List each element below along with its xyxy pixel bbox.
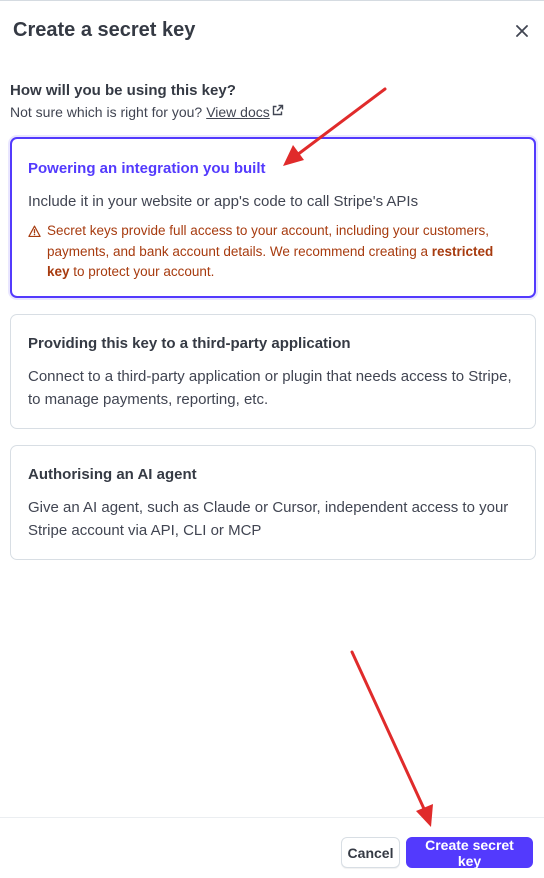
help-text-row: Not sure which is right for you? View do… [10, 104, 284, 120]
option-description: Connect to a third-party application or … [28, 368, 512, 408]
view-docs-link[interactable]: View docs [206, 104, 284, 120]
create-secret-key-dialog: Create a secret key How will you be usin… [0, 0, 544, 878]
footer-divider [0, 817, 544, 818]
option-description: Give an AI agent, such as Claude or Curs… [28, 499, 509, 539]
usage-question: How will you be using this key? [10, 82, 236, 99]
warning-icon [28, 225, 41, 238]
option-title: Powering an integration you built [28, 160, 266, 177]
dialog-header: Create a secret key [0, 1, 544, 63]
option-third-party[interactable]: Providing this key to a third-party appl… [10, 314, 536, 429]
dialog-title: Create a secret key [13, 19, 196, 41]
warning-text-end: to protect your account. [69, 264, 215, 279]
option-title: Providing this key to a third-party appl… [28, 335, 351, 352]
warning-text: Secret keys provide full access to your … [47, 221, 516, 283]
security-warning: Secret keys provide full access to your … [28, 221, 516, 283]
option-description: Include it in your website or app's code… [28, 193, 419, 210]
option-ai-agent[interactable]: Authorising an AI agent Give an AI agent… [10, 445, 536, 560]
view-docs-label: View docs [206, 104, 270, 120]
help-text: Not sure which is right for you? [10, 104, 203, 120]
annotation-arrow-to-create [350, 650, 433, 827]
warning-text-start: Secret keys provide full access to your … [47, 223, 489, 259]
cancel-button[interactable]: Cancel [341, 837, 400, 868]
close-button[interactable] [512, 21, 532, 41]
option-title: Authorising an AI agent [28, 466, 197, 483]
option-own-integration[interactable]: Powering an integration you built Includ… [10, 137, 536, 298]
create-secret-key-button[interactable]: Create secret key [406, 837, 533, 869]
annotation-overlay [283, 87, 433, 827]
close-icon [516, 25, 528, 37]
external-link-icon [272, 104, 283, 116]
